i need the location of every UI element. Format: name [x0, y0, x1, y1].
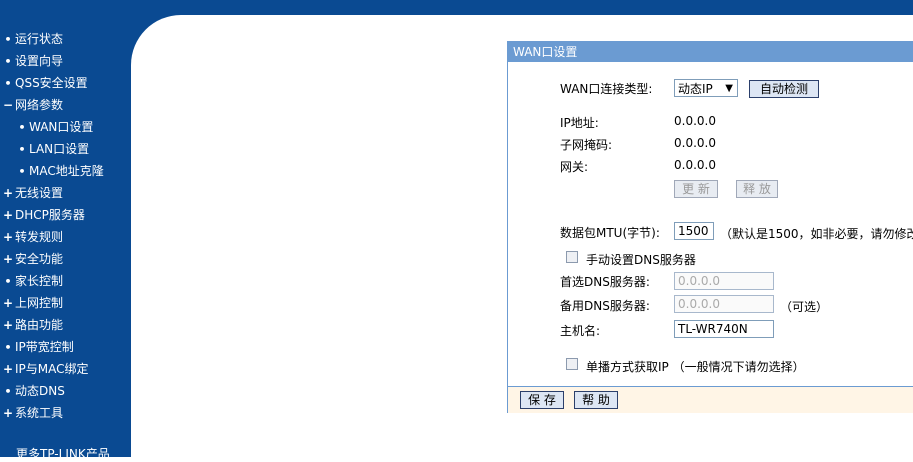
bullet-icon: • [18, 121, 26, 134]
sidebar-item-label: MAC地址克隆 [29, 164, 104, 178]
expand-icon: + [3, 252, 14, 266]
save-button[interactable]: 保 存 [520, 391, 564, 409]
help-button[interactable]: 帮 助 [574, 391, 618, 409]
sidebar-item-label: IP带宽控制 [15, 340, 74, 354]
panel-footer: 保 存 帮 助 [508, 386, 913, 413]
sidebar-item-bandwidth[interactable]: • IP带宽控制 [0, 337, 131, 357]
bullet-icon: • [4, 33, 12, 46]
hostname-input[interactable]: TL-WR740N [674, 320, 774, 338]
sidebar-item-label: WAN口设置 [29, 120, 94, 134]
unicast-label: 单播方式获取IP （一般情况下请勿选择） [586, 360, 805, 374]
sidebar-item-security[interactable]: + 安全功能 [0, 249, 131, 269]
sidebar-subitem-lan[interactable]: • LAN口设置 [0, 139, 131, 159]
dns2-input[interactable]: 0.0.0.0 [674, 295, 774, 313]
sidebar-item-wizard[interactable]: • 设置向导 [0, 51, 131, 71]
sidebar-item-dhcp[interactable]: + DHCP服务器 [0, 205, 131, 225]
sidebar-item-routing[interactable]: + 路由功能 [0, 315, 131, 335]
dns2-label: 备用DNS服务器: [560, 299, 650, 313]
sidebar-item-status[interactable]: • 运行状态 [0, 29, 131, 49]
mask-value: 0.0.0.0 [674, 136, 716, 150]
sidebar-item-label: 设置向导 [15, 54, 64, 68]
expand-icon: + [3, 230, 14, 244]
dns2-hint: （可选） [780, 300, 829, 314]
sidebar-item-label: QSS安全设置 [15, 76, 88, 90]
sidebar-item-label: 运行状态 [15, 32, 64, 46]
expand-icon: + [3, 186, 14, 200]
sidebar-item-label: 无线设置 [15, 186, 64, 200]
bullet-icon: • [4, 385, 12, 398]
ip-value: 0.0.0.0 [674, 114, 716, 128]
mtu-hint: （默认是1500，如非必要，请勿修改 [720, 227, 913, 241]
dns1-label: 首选DNS服务器: [560, 275, 650, 289]
content-corner [131, 15, 231, 115]
gateway-value: 0.0.0.0 [674, 158, 716, 172]
sidebar-item-ip-mac-binding[interactable]: + IP与MAC绑定 [0, 359, 131, 379]
sidebar-item-ddns[interactable]: • 动态DNS [0, 381, 131, 401]
bullet-icon: • [4, 77, 12, 90]
expand-icon: + [3, 318, 14, 332]
sidebar-item-network[interactable]: − 网络参数 [0, 95, 131, 115]
sidebar-item-label: 路由功能 [15, 318, 64, 332]
sidebar-item-label: 上网控制 [15, 296, 64, 310]
wan-settings-panel: WAN口设置 WAN口连接类型: 动态IP ▼ 自动检测 IP地址: 0.0.0.… [507, 41, 913, 413]
unicast-checkbox[interactable] [566, 358, 578, 370]
conn-type-select[interactable]: 动态IP ▼ [674, 79, 738, 97]
sidebar-item-forwarding[interactable]: + 转发规则 [0, 227, 131, 247]
top-banner [0, 0, 913, 15]
manual-dns-checkbox[interactable] [566, 251, 578, 263]
mtu-label: 数据包MTU(字节): [560, 226, 660, 240]
sidebar-item-qss[interactable]: • QSS安全设置 [0, 73, 131, 93]
sidebar-item-label: DHCP服务器 [15, 208, 85, 222]
sidebar-item-access-control[interactable]: + 上网控制 [0, 293, 131, 313]
release-button[interactable]: 释 放 [736, 180, 778, 198]
bullet-icon: • [4, 275, 12, 288]
gateway-label: 网关: [560, 160, 589, 174]
expand-icon: + [3, 208, 14, 222]
expand-icon: + [3, 296, 14, 310]
sidebar-item-label: 转发规则 [15, 230, 64, 244]
manual-dns-label: 手动设置DNS服务器 [586, 253, 696, 267]
sidebar-item-label: IP与MAC绑定 [15, 362, 89, 376]
sidebar-item-label: 家长控制 [15, 274, 64, 288]
sidebar-item-label: LAN口设置 [29, 142, 90, 156]
dns1-input[interactable]: 0.0.0.0 [674, 272, 774, 290]
sidebar-item-label: 动态DNS [15, 384, 65, 398]
chevron-down-icon: ▼ [725, 83, 733, 94]
sidebar-item-label: 安全功能 [15, 252, 64, 266]
panel-title: WAN口设置 [508, 42, 913, 62]
sidebar-item-wireless[interactable]: + 无线设置 [0, 183, 131, 203]
sidebar-subitem-mac-clone[interactable]: • MAC地址克隆 [0, 161, 131, 181]
hostname-label: 主机名: [560, 324, 601, 338]
conn-type-label: WAN口连接类型: [560, 82, 653, 96]
sidebar-subitem-wan[interactable]: • WAN口设置 [0, 117, 131, 137]
bullet-icon: • [18, 143, 26, 156]
sidebar-item-label: 系统工具 [15, 406, 64, 420]
expand-icon: + [3, 406, 14, 420]
conn-type-value: 动态IP [678, 82, 713, 96]
more-products-link[interactable]: 更多TP-LINK产品 [16, 445, 110, 462]
sidebar-item-parental[interactable]: • 家长控制 [0, 271, 131, 291]
mtu-input[interactable]: 1500 [674, 222, 714, 240]
bullet-icon: • [4, 55, 12, 68]
auto-detect-button[interactable]: 自动检测 [749, 80, 819, 98]
bullet-icon: • [4, 341, 12, 354]
expand-icon: + [3, 362, 14, 376]
bullet-icon: • [18, 165, 26, 178]
ip-label: IP地址: [560, 116, 599, 130]
renew-button[interactable]: 更 新 [674, 180, 718, 198]
sidebar-item-system-tools[interactable]: + 系统工具 [0, 403, 131, 423]
mask-label: 子网掩码: [560, 138, 613, 152]
sidebar-item-label: 网络参数 [15, 98, 64, 112]
collapse-icon: − [3, 98, 14, 112]
